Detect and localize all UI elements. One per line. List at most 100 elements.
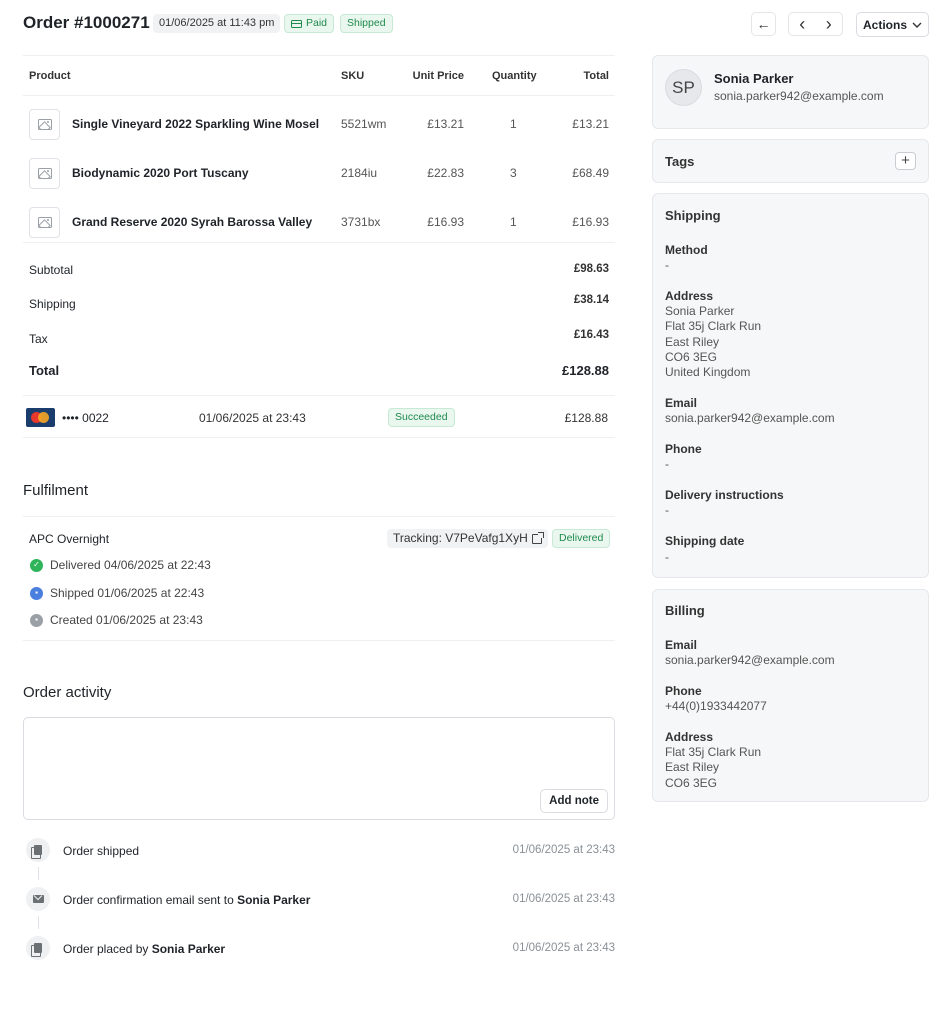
address-line: Flat 35j Clark Run (665, 745, 762, 759)
table-row[interactable]: Grand Reserve 2020 Syrah Barossa Valley … (23, 195, 615, 244)
mail-icon (26, 887, 50, 911)
add-tag-button[interactable]: + (895, 152, 916, 170)
activity-time: 01/06/2025 at 23:43 (512, 844, 615, 856)
product-sku: 3731bx (341, 215, 381, 229)
customer-name: Sonia Parker (714, 71, 794, 86)
arrow-left-icon: ← (756, 16, 771, 32)
customer-email: sonia.parker942@example.com (714, 89, 884, 103)
shipping-email-label: Email (665, 396, 698, 410)
note-input[interactable]: Add note (23, 717, 615, 820)
product-quantity: 1 (510, 117, 517, 131)
product-total: £13.21 (572, 117, 609, 131)
shipped-badge: Shipped (340, 14, 393, 33)
image-placeholder-icon (37, 119, 52, 130)
actions-button[interactable]: Actions (856, 12, 929, 37)
product-name: Grand Reserve 2020 Syrah Barossa Valley (72, 215, 313, 229)
address-line: East Riley (665, 334, 720, 349)
address-line: East Riley (665, 760, 720, 775)
subtotal-value: £98.63 (573, 263, 609, 275)
order-date: 01/06/2025 at 11:43 pm (153, 14, 281, 33)
address-line: Flat 35j Clark Run (665, 319, 762, 334)
external-link-icon (531, 531, 544, 544)
activity-message: Order placed by (63, 942, 152, 956)
activity-message: Order shipped (63, 844, 140, 858)
image-placeholder-icon (37, 217, 52, 228)
shipping-date-value: - (665, 550, 669, 564)
shipping-title: Shipping (665, 208, 721, 223)
table-row[interactable]: Biodynamic 2020 Port Tuscany 2184iu £22.… (23, 146, 615, 195)
fulfilment-event: ✓ Delivered 04/06/2025 at 22:43 (30, 558, 211, 572)
table-row[interactable]: Single Vineyard 2022 Sparkling Wine Mose… (23, 97, 615, 146)
check-icon: ✓ (30, 558, 43, 572)
activity-text: Order shipped (63, 844, 139, 858)
total-value: £128.88 (562, 363, 609, 378)
tracking-link[interactable]: Tracking: V7PeVafg1XyH (387, 529, 548, 548)
payment-amount: £128.88 (564, 411, 608, 425)
fulfilment-event: ▪ Shipped 01/06/2025 at 22:43 (30, 586, 204, 600)
divider (23, 242, 615, 243)
shipping-method-label: Method (665, 243, 708, 257)
activity-person: Sonia Parker (151, 942, 226, 956)
product-thumbnail (29, 207, 60, 238)
tags-card: Tags + (652, 139, 929, 183)
back-button[interactable]: ← (751, 12, 776, 36)
payment-row[interactable]: •••• 0022 01/06/2025 at 23:43 Succeeded … (23, 395, 615, 438)
fulfilment-card: APC Overnight Tracking: V7PeVafg1XyH Del… (23, 516, 615, 641)
chevron-right-icon: › (825, 13, 832, 34)
shipping-address-label: Address (665, 289, 714, 303)
shipping-phone-label: Phone (665, 442, 702, 456)
customer-card[interactable]: SP Sonia Parker sonia.parker942@example.… (652, 55, 929, 129)
billing-phone-value: +44(0)1933442077 (665, 699, 767, 713)
column-unit-price: Unit Price (412, 70, 464, 82)
tax-label: Tax (29, 332, 48, 346)
document-icon (26, 838, 50, 862)
image-placeholder-icon (37, 168, 52, 179)
tags-title: Tags (665, 154, 695, 169)
shipping-email-value: sonia.parker942@example.com (665, 411, 835, 425)
box-icon: ▪ (30, 613, 43, 627)
paid-badge: Paid (284, 14, 335, 33)
column-sku: SKU (341, 70, 365, 82)
column-total: Total (583, 70, 609, 82)
order-nav: ‹ › (788, 12, 843, 36)
delivery-instructions-value: - (665, 503, 669, 517)
shipping-phone-value: - (665, 457, 669, 471)
timeline-connector (38, 867, 39, 880)
avatar: SP (665, 69, 702, 106)
next-order-button[interactable]: › (816, 13, 843, 35)
fulfilment-title: Fulfilment (23, 482, 89, 499)
billing-card: Billing Email sonia.parker942@example.co… (652, 589, 929, 802)
shipping-method-value: - (665, 258, 669, 272)
order-header: Order #1000271 01/06/2025 at 11:43 pm Pa… (23, 12, 929, 38)
billing-email-value: sonia.parker942@example.com (665, 653, 835, 667)
activity-item: Order shipped 01/06/2025 at 23:43 (23, 838, 615, 864)
product-quantity: 3 (510, 166, 517, 180)
actions-label: Actions (862, 17, 907, 32)
product-name: Single Vineyard 2022 Sparkling Wine Mose… (72, 117, 320, 131)
shipping-address: Sonia Parker Flat 35j Clark Run East Ril… (665, 304, 761, 380)
billing-address: Flat 35j Clark Run East Riley CO6 3EG (665, 745, 761, 791)
address-line: CO6 3EG (665, 349, 718, 364)
add-note-button[interactable]: Add note (540, 789, 608, 813)
subtotal-label: Subtotal (29, 263, 74, 277)
payment-status-badge: Succeeded (388, 408, 455, 427)
product-total: £68.49 (572, 166, 609, 180)
fulfilment-status-badge: Delivered (552, 529, 611, 548)
billing-phone-label: Phone (665, 684, 702, 698)
previous-order-button[interactable]: ‹ (789, 13, 816, 35)
shipping-value: £38.14 (573, 294, 609, 306)
product-unit-price: £13.21 (427, 117, 464, 131)
product-name: Biodynamic 2020 Port Tuscany (72, 166, 249, 180)
shipped-badge-label: Shipped (347, 17, 386, 29)
activity-text: Order placed by Sonia Parker (63, 942, 225, 956)
shipping-label: Shipping (29, 297, 76, 311)
activity-time: 01/06/2025 at 23:43 (512, 942, 615, 954)
page-title: Order #1000271 (23, 13, 150, 32)
delivery-instructions-label: Delivery instructions (665, 488, 784, 502)
address-line: CO6 3EG (665, 775, 718, 790)
activity-text: Order confirmation email sent to Sonia P… (63, 893, 310, 907)
activity-item: Order placed by Sonia Parker 01/06/2025 … (23, 936, 615, 962)
tracking-number: Tracking: V7PeVafg1XyH (393, 531, 528, 545)
product-quantity: 1 (510, 215, 517, 229)
event-text: Shipped 01/06/2025 at 22:43 (50, 586, 205, 600)
